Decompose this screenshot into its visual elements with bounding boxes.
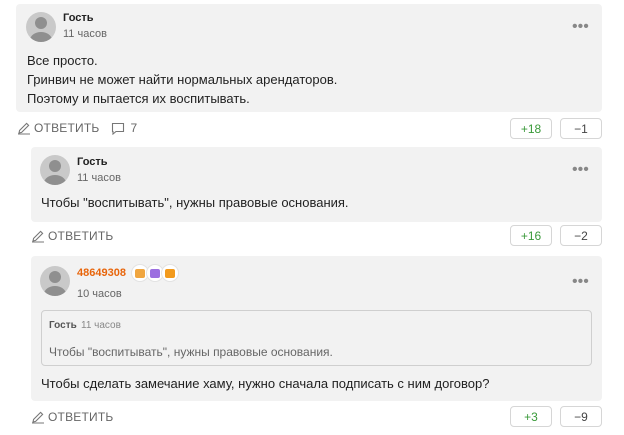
quote-text: Чтобы "воспитывать", нужны правовые осно… [49, 345, 333, 359]
quoted-comment: Гость 11 часов Чтобы "воспитывать", нужн… [41, 310, 592, 366]
comment-actions: ОТВЕТИТЬ 7 [17, 121, 137, 135]
quote-time: 11 часов [81, 320, 121, 331]
more-options-icon[interactable]: ••• [572, 274, 589, 290]
comment-icon [112, 122, 125, 135]
comment-time: 11 часов [63, 28, 107, 40]
reply-label: ОТВЕТИТЬ [34, 121, 100, 135]
more-options-icon[interactable]: ••• [572, 19, 589, 35]
comment-author[interactable]: 48649308 [77, 267, 126, 279]
comment-text: Все просто. Гринвич не может найти норма… [27, 51, 337, 108]
quote-author: Гость [49, 320, 77, 331]
comment-author[interactable]: Гость [77, 156, 108, 168]
reply-button[interactable]: ОТВЕТИТЬ [31, 229, 113, 243]
downvote-button[interactable]: −2 [560, 225, 602, 246]
comment-actions: ОТВЕТИТЬ [31, 410, 113, 424]
reply-button[interactable]: ОТВЕТИТЬ [17, 121, 99, 135]
comment-text-line: Поэтому и пытается их воспитывать. [27, 91, 250, 106]
comment-actions: ОТВЕТИТЬ [31, 229, 113, 243]
avatar[interactable] [40, 266, 70, 296]
comment-text: Чтобы сделать замечание хаму, нужно снач… [41, 376, 490, 391]
comment-time: 10 часов [77, 288, 122, 300]
avatar[interactable] [40, 155, 70, 185]
comment-text-line: Все просто. [27, 53, 98, 68]
award-badge-icon[interactable] [161, 264, 179, 282]
avatar[interactable] [26, 12, 56, 42]
reply-label: ОТВЕТИТЬ [48, 410, 114, 424]
pencil-icon [32, 411, 44, 424]
upvote-button[interactable]: +3 [510, 406, 552, 427]
more-options-icon[interactable]: ••• [572, 162, 589, 178]
comment-text: Чтобы "воспитывать", нужны правовые осно… [41, 195, 349, 210]
downvote-button[interactable]: −9 [560, 406, 602, 427]
replies-count-button[interactable]: 7 [111, 121, 137, 135]
pencil-icon [32, 230, 44, 243]
user-badges [131, 264, 179, 282]
reply-label: ОТВЕТИТЬ [48, 229, 114, 243]
comment-author[interactable]: Гость [63, 12, 94, 24]
pencil-icon [18, 122, 30, 135]
downvote-button[interactable]: −1 [560, 118, 602, 139]
upvote-button[interactable]: +16 [510, 225, 552, 246]
comment-time: 11 часов [77, 172, 121, 184]
comment-text-line: Гринвич не может найти нормальных аренда… [27, 72, 338, 87]
replies-count: 7 [130, 121, 138, 135]
upvote-button[interactable]: +18 [510, 118, 552, 139]
reply-button[interactable]: ОТВЕТИТЬ [31, 410, 113, 424]
